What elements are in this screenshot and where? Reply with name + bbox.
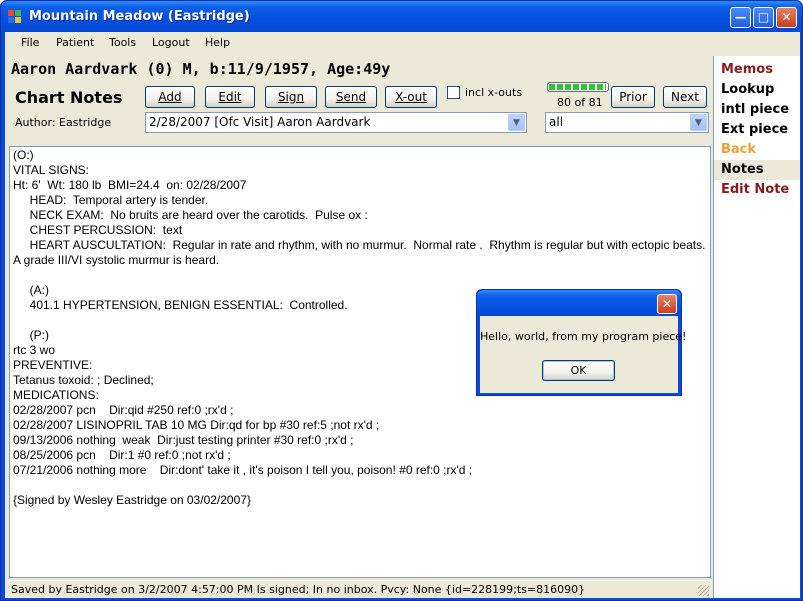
dialog-message: Hello, world, from my program piece! — [480, 330, 687, 343]
edit-button[interactable]: Edit — [205, 86, 255, 108]
xout-button[interactable]: X-out — [385, 86, 437, 108]
add-button[interactable]: Add — [145, 86, 195, 108]
nav-lookup[interactable]: Lookup — [714, 80, 800, 100]
maximize-icon[interactable]: □ — [753, 7, 774, 28]
patient-header: Aaron Aardvark (0) M, b:11/9/1957, Age:4… — [11, 60, 711, 82]
menu-patient[interactable]: Patient — [56, 36, 94, 49]
menu-file[interactable]: File — [21, 36, 39, 49]
incl-xouts-label: incl x-outs — [465, 86, 523, 99]
menu-logout[interactable]: Logout — [152, 36, 190, 49]
nav-edit-note[interactable]: Edit Note — [714, 180, 800, 200]
next-button-label: Next — [671, 90, 699, 104]
send-button-label: Send — [335, 90, 367, 104]
prior-button[interactable]: Prior — [611, 86, 655, 108]
incl-xouts-checkbox[interactable] — [447, 86, 460, 99]
nav-intl-piece[interactable]: intl piece — [714, 100, 800, 120]
note-position-bar — [547, 82, 609, 92]
menu-help[interactable]: Help — [205, 36, 230, 49]
prior-button-label: Prior — [619, 90, 647, 104]
sign-button[interactable]: Sign — [265, 86, 317, 108]
close-icon[interactable]: ✕ — [776, 7, 797, 28]
nav-back[interactable]: Back — [714, 140, 800, 160]
message-dialog: ✕ Hello, world, from my program piece! O… — [476, 289, 687, 396]
note-select-value: 2/28/2007 [Ofc Visit] Aaron Aardvark — [149, 115, 371, 129]
nav-memos[interactable]: Memos — [714, 60, 800, 80]
filter-select-value: all — [549, 115, 564, 129]
nav-notes[interactable]: Notes — [714, 160, 800, 180]
menu-tools[interactable]: Tools — [109, 36, 136, 49]
send-button[interactable]: Send — [325, 86, 377, 108]
status-text: Saved by Eastridge on 3/2/2007 4:57:00 P… — [11, 583, 586, 596]
patient-info: Aaron Aardvark (0) M, b:11/9/1957, Age:4… — [11, 60, 391, 78]
close-icon[interactable]: ✕ — [657, 294, 677, 314]
edit-button-label: Edit — [218, 90, 242, 104]
note-position-fill — [549, 84, 607, 90]
minimize-icon[interactable]: — — [730, 7, 751, 28]
dialog-body: Hello, world, from my program piece! OK — [480, 316, 687, 393]
section-title: Chart Notes — [15, 88, 123, 107]
sign-button-label: Sign — [277, 90, 305, 104]
note-position-text: 80 of 81 — [557, 96, 603, 109]
window-title: Mountain Meadow (Eastridge) — [29, 9, 250, 24]
author-label: Author: Eastridge — [15, 116, 112, 129]
app-icon — [8, 10, 22, 24]
app-window: Mountain Meadow (Eastridge) — □ ✕ File P… — [0, 0, 803, 601]
ok-button[interactable]: OK — [542, 360, 615, 381]
add-button-label: Add — [158, 90, 182, 104]
nav-ext-piece[interactable]: Ext piece — [714, 120, 800, 140]
menu-bar: File Patient Tools Logout Help — [5, 32, 800, 54]
filter-select[interactable]: all ▼ — [545, 112, 709, 133]
resize-grip-icon[interactable] — [698, 585, 709, 596]
status-bar: Saved by Eastridge on 3/2/2007 4:57:00 P… — [9, 580, 711, 598]
dialog-title-bar[interactable]: ✕ — [477, 290, 681, 316]
next-button[interactable]: Next — [663, 86, 707, 108]
right-nav-panel: Memos Lookup intl piece Ext piece Back N… — [713, 56, 800, 598]
xout-button-label: X-out — [395, 90, 427, 104]
chevron-down-icon[interactable]: ▼ — [690, 114, 707, 131]
note-select[interactable]: 2/28/2007 [Ofc Visit] Aaron Aardvark ▼ — [145, 112, 527, 133]
title-bar[interactable]: Mountain Meadow (Eastridge) — □ ✕ — [1, 1, 802, 32]
chevron-down-icon[interactable]: ▼ — [508, 114, 525, 131]
